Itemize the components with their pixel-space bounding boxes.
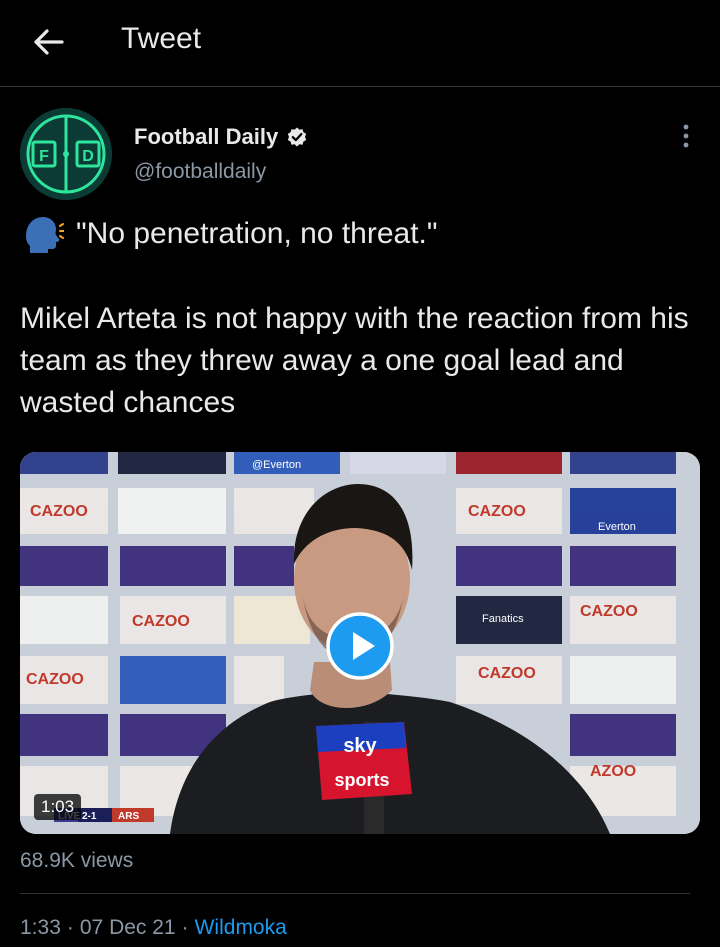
back-button[interactable] — [28, 22, 68, 62]
svg-text:CAZOO: CAZOO — [30, 503, 88, 520]
svg-text:AZOO: AZOO — [590, 763, 636, 780]
svg-text:F: F — [39, 148, 49, 165]
svg-text:CAZOO: CAZOO — [468, 503, 526, 520]
tweet-date[interactable]: 07 Dec 21 — [80, 916, 176, 939]
svg-text:CAZOO: CAZOO — [478, 665, 536, 682]
more-options-button[interactable] — [676, 124, 696, 148]
scoreboard-team2: ARS — [118, 811, 139, 822]
author-name-row[interactable]: Football Daily — [134, 124, 308, 150]
tweet-source-link[interactable]: Wildmoka — [195, 916, 287, 939]
tweet-body: Mikel Arteta is not happy with the react… — [20, 302, 689, 419]
meta-separator: · — [181, 916, 189, 939]
svg-text:CAZOO: CAZOO — [580, 603, 638, 620]
tweet-time[interactable]: 1:33 — [20, 916, 61, 939]
scoreboard-score: 2-1 — [82, 811, 97, 822]
view-count: 68.9K views — [20, 849, 134, 872]
video-duration: 1:03 — [34, 794, 82, 820]
football-daily-logo: F D — [20, 108, 112, 200]
video-player[interactable]: CAZOO CAZOO CAZOO CAZOO CAZOO CAZOO AZOO… — [20, 452, 700, 834]
author-display-name[interactable]: Football Daily — [134, 124, 278, 150]
tweet-quote-line: "No penetration, no threat." — [20, 214, 438, 254]
play-button[interactable] — [326, 612, 394, 680]
arrow-left-icon — [34, 29, 64, 55]
svg-text:Everton: Everton — [598, 521, 636, 533]
tweet-quote: "No penetration, no threat." — [76, 217, 438, 250]
divider — [20, 893, 690, 894]
svg-text:@Everton: @Everton — [252, 459, 301, 471]
page-title: Tweet — [121, 22, 202, 55]
avatar[interactable]: F D — [20, 108, 112, 200]
svg-text:Fanatics: Fanatics — [482, 613, 524, 625]
play-icon — [326, 612, 394, 680]
mic-brand: sky — [343, 735, 377, 757]
svg-text:D: D — [82, 148, 94, 165]
author-handle[interactable]: @footballdaily — [134, 160, 266, 184]
speaking-head-icon — [26, 217, 64, 253]
svg-text:CAZOO: CAZOO — [132, 613, 190, 630]
mic-brand-sub: sports — [334, 770, 389, 790]
meta-separator: · — [66, 916, 74, 939]
verified-badge-icon — [288, 127, 307, 147]
top-bar: Tweet — [0, 0, 720, 87]
tweet-meta: 1:33 · 07 Dec 21 · Wildmoka — [20, 916, 287, 940]
svg-text:CAZOO: CAZOO — [26, 671, 84, 688]
more-vertical-icon — [683, 124, 689, 148]
